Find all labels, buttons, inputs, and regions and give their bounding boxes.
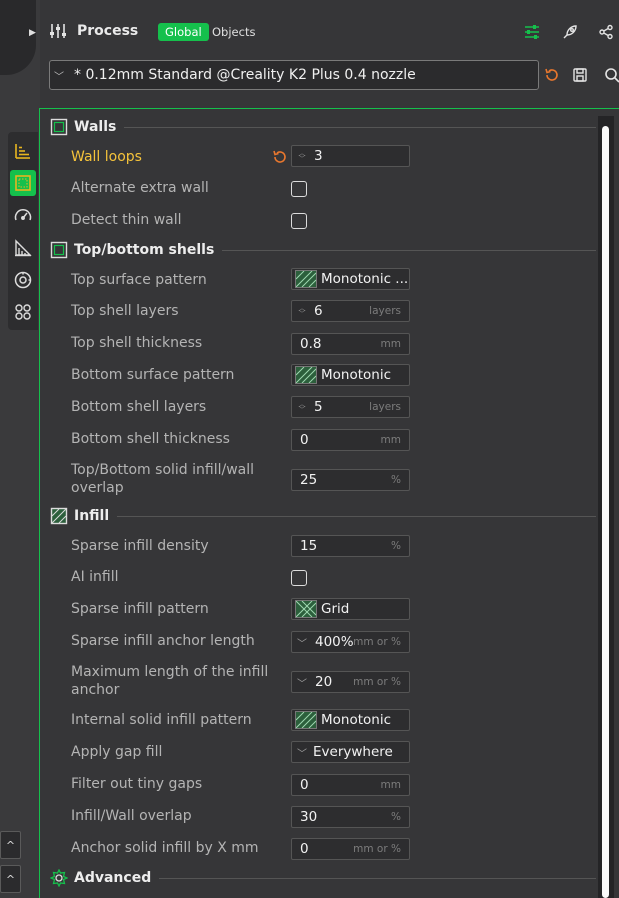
monotonic-pattern-icon bbox=[295, 270, 317, 288]
advanced-icon bbox=[49, 868, 69, 888]
reset-icon[interactable] bbox=[272, 149, 288, 165]
label-alternate-extra-wall: Alternate extra wall bbox=[71, 180, 209, 196]
filter-tiny-gaps-input[interactable]: 0 mm bbox=[291, 774, 410, 796]
monotonic-pattern-icon bbox=[295, 711, 317, 729]
label-solid-infill-wall-overlap: Top/Bottom solid infill/wall overlap bbox=[71, 462, 255, 496]
bottom-surface-pattern-select[interactable]: Monotonic bbox=[291, 364, 410, 386]
chevron-down-icon[interactable]: ﹀ bbox=[297, 635, 311, 650]
chevron-down-icon: ﹀ bbox=[54, 71, 64, 83]
quality-icon[interactable] bbox=[10, 138, 36, 164]
monotonic-pattern-icon bbox=[295, 366, 317, 384]
tab-objects[interactable]: Objects bbox=[212, 23, 255, 41]
tab-global[interactable]: Global bbox=[158, 23, 209, 41]
top-shell-layers-input[interactable]: ︿ ﹀ 6 layers bbox=[291, 300, 410, 322]
label-top-shell-thickness: Top shell thickness bbox=[71, 335, 203, 351]
speed-icon[interactable] bbox=[10, 203, 36, 229]
label-top-surface-pattern: Top surface pattern bbox=[71, 272, 207, 288]
anchor-solid-infill-input[interactable]: 0 mm or % bbox=[291, 838, 410, 860]
internal-solid-infill-pattern-select[interactable]: Monotonic bbox=[291, 709, 410, 731]
section-title: Infill bbox=[74, 508, 110, 524]
reset-icon[interactable] bbox=[543, 66, 561, 84]
label-sparse-infill-density: Sparse infill density bbox=[71, 538, 209, 554]
label-detect-thin-wall: Detect thin wall bbox=[71, 212, 182, 228]
chevron-down-icon[interactable]: ﹀ bbox=[297, 745, 311, 760]
process-header: Process Global Objects bbox=[40, 0, 619, 60]
max-infill-anchor-combo[interactable]: ﹀ 20 mm or % bbox=[291, 671, 410, 693]
label-sparse-infill-pattern: Sparse infill pattern bbox=[71, 601, 209, 617]
section-advanced: Advanced bbox=[49, 868, 596, 888]
support-icon[interactable] bbox=[10, 235, 36, 261]
divider bbox=[117, 515, 596, 517]
sparse-infill-anchor-length-combo[interactable]: ﹀ 400% mm or % bbox=[291, 631, 410, 653]
section-title: Advanced bbox=[74, 870, 152, 886]
scrollbar-thumb[interactable] bbox=[602, 126, 609, 898]
section-title: Top/bottom shells bbox=[74, 242, 215, 258]
label-bottom-surface-pattern: Bottom surface pattern bbox=[71, 367, 235, 383]
top-surface-pattern-select[interactable]: Monotonic ... bbox=[291, 268, 410, 290]
scroll-up-button[interactable]: ^ bbox=[0, 831, 21, 859]
label-anchor-solid-infill: Anchor solid infill by X mm bbox=[71, 840, 259, 856]
divider bbox=[159, 877, 596, 879]
preset-dropdown[interactable]: ﹀ * 0.12mm Standard @Creality K2 Plus 0.… bbox=[49, 60, 539, 90]
label-bottom-shell-thickness: Bottom shell thickness bbox=[71, 431, 230, 447]
top-shell-thickness-input[interactable]: 0.8 mm bbox=[291, 333, 410, 355]
label-sparse-infill-anchor-length: Sparse infill anchor length bbox=[71, 633, 255, 649]
section-infill: Infill bbox=[50, 506, 596, 526]
wall-loops-input[interactable]: ︿ ﹀ 3 bbox=[291, 145, 410, 167]
label-max-infill-anchor: Maximum length of the infill anchor bbox=[71, 664, 269, 698]
preset-name: * 0.12mm Standard @Creality K2 Plus 0.4 … bbox=[74, 67, 416, 83]
rocket-icon[interactable] bbox=[560, 22, 580, 42]
label-top-shell-layers: Top shell layers bbox=[71, 303, 179, 319]
bottom-shell-layers-input[interactable]: ︿ ﹀ 5 layers bbox=[291, 396, 410, 418]
process-icon bbox=[49, 22, 67, 44]
chevron-down-icon[interactable]: ﹀ bbox=[297, 675, 311, 690]
divider bbox=[124, 126, 596, 128]
shells-icon bbox=[50, 241, 68, 259]
section-walls: Walls bbox=[50, 117, 596, 137]
ai-infill-checkbox[interactable] bbox=[291, 570, 307, 586]
label-apply-gap-fill: Apply gap fill bbox=[71, 744, 163, 760]
sliders-icon[interactable] bbox=[522, 22, 542, 42]
section-top-bottom-shells: Top/bottom shells bbox=[50, 240, 596, 260]
save-icon[interactable] bbox=[571, 66, 589, 84]
collapse-arrow-icon[interactable]: ▶ bbox=[29, 28, 36, 38]
section-title: Walls bbox=[74, 119, 117, 135]
spin-icon[interactable]: ︿ ﹀ bbox=[296, 150, 308, 163]
infill-wall-overlap-input[interactable]: 30 % bbox=[291, 806, 410, 828]
label-wall-loops: Wall loops bbox=[71, 149, 142, 165]
spin-icon[interactable]: ︿ ﹀ bbox=[296, 305, 308, 318]
apply-gap-fill-select[interactable]: ﹀ Everywhere bbox=[291, 741, 410, 763]
process-title: Process bbox=[77, 23, 139, 39]
share-icon[interactable] bbox=[596, 22, 616, 42]
label-filter-tiny-gaps: Filter out tiny gaps bbox=[71, 776, 203, 792]
spin-icon[interactable]: ︿ ﹀ bbox=[296, 401, 308, 414]
sparse-infill-density-input[interactable]: 15 % bbox=[291, 535, 410, 557]
strength-icon[interactable] bbox=[10, 170, 36, 196]
solid-infill-wall-overlap-input[interactable]: 25 % bbox=[291, 469, 410, 491]
expand-button[interactable]: ^ bbox=[0, 865, 21, 893]
bottom-shell-thickness-input[interactable]: 0 mm bbox=[291, 429, 410, 451]
divider bbox=[222, 249, 596, 251]
sparse-infill-pattern-select[interactable]: Grid bbox=[291, 598, 410, 620]
infill-icon bbox=[50, 507, 68, 525]
label-ai-infill: AI infill bbox=[71, 569, 119, 585]
label-internal-solid-infill-pattern: Internal solid infill pattern bbox=[71, 712, 252, 728]
label-bottom-shell-layers: Bottom shell layers bbox=[71, 399, 207, 415]
others-icon[interactable] bbox=[10, 299, 36, 325]
filament-icon[interactable] bbox=[10, 267, 36, 293]
alternate-extra-wall-checkbox[interactable] bbox=[291, 181, 307, 197]
grid-pattern-icon bbox=[295, 600, 317, 618]
walls-icon bbox=[50, 118, 68, 136]
detect-thin-wall-checkbox[interactable] bbox=[291, 213, 307, 229]
category-toolbar bbox=[8, 132, 38, 330]
label-infill-wall-overlap: Infill/Wall overlap bbox=[71, 808, 192, 824]
search-icon[interactable] bbox=[603, 66, 619, 84]
